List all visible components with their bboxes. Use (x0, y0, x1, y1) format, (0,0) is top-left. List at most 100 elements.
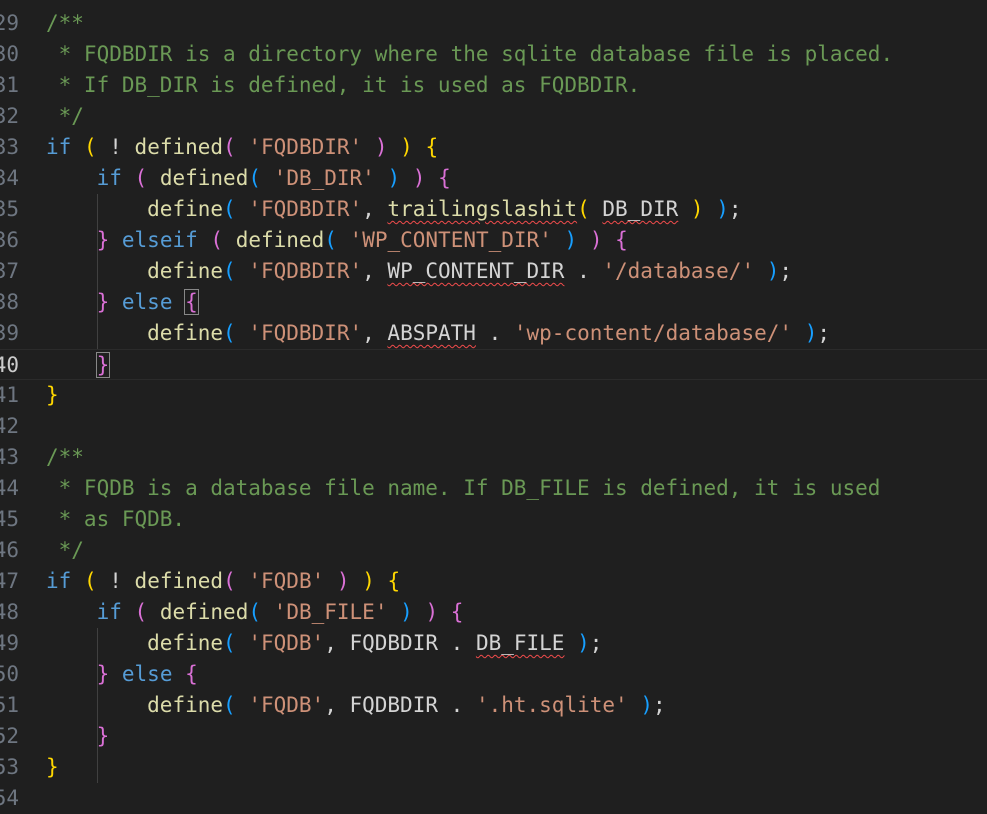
code-editor[interactable]: 29 /** 30 * FQDBDIR is a directory where t… (0, 0, 987, 810)
code-line[interactable]: 40 } (0, 349, 987, 380)
code-line[interactable]: 39 define( 'FQDBDIR', ABSPATH . 'wp-cont… (0, 318, 987, 349)
line-code: define( 'FQDBDIR', ABSPATH . 'wp-content… (46, 318, 830, 349)
code-line[interactable]: 35 define( 'FQDBDIR', trailingslashit( D… (0, 194, 987, 225)
bracket: ( (223, 693, 236, 717)
line-code: * as FQDB. (46, 504, 185, 535)
code-line[interactable]: 49 define( 'FQDB', FQDBDIR . DB_FILE ); (0, 628, 987, 659)
bracket: { (438, 166, 451, 190)
line-number: 53 (0, 755, 19, 779)
bracket: ( (577, 197, 590, 221)
line-number: 34 (0, 166, 19, 190)
line-code: define( 'FQDBDIR', WP_CONTENT_DIR . '/da… (46, 256, 792, 287)
line-code: */ (46, 101, 84, 132)
code-line[interactable]: 30 * FQDBDIR is a directory where the sq… (0, 39, 987, 70)
bracket: { (425, 135, 439, 159)
string-literal: 'FQDBDIR' (248, 321, 363, 345)
bracket: { (615, 228, 628, 252)
bracket: } (96, 662, 110, 686)
function-name: define (147, 321, 224, 345)
bracket: { (387, 569, 401, 593)
code-text: ; (817, 321, 830, 345)
code-line[interactable]: 46 */ (0, 535, 987, 566)
comment-text: * FQDB is a database file name. If DB_FI… (46, 476, 881, 500)
code-line[interactable]: 54 (0, 783, 987, 814)
function-name: define (147, 259, 224, 283)
line-number: 41 (0, 383, 19, 407)
bracket: ( (223, 259, 236, 283)
string-literal: 'FQDBDIR' (248, 259, 363, 283)
keyword: if (46, 569, 72, 593)
bracket: ) (400, 135, 413, 159)
code-line[interactable]: 45 * as FQDB. (0, 504, 987, 535)
line-number: 45 (0, 507, 19, 531)
code-line[interactable]: 31 * If DB_DIR is defined, it is used as… (0, 70, 987, 101)
code-line[interactable]: 48 if ( defined( 'DB_FILE' ) ) { (0, 597, 987, 628)
code-line[interactable]: 37 define( 'FQDBDIR', WP_CONTENT_DIR . '… (0, 256, 987, 287)
line-code: if ( defined( 'DB_FILE' ) ) { (46, 597, 464, 628)
line-code: if ( defined( 'DB_DIR' ) ) { (46, 163, 451, 194)
code-line[interactable]: 34 if ( defined( 'DB_DIR' ) ) { (0, 163, 987, 194)
bracket: ) (362, 569, 375, 593)
bracket: } (96, 228, 110, 252)
bracket: { (450, 600, 464, 624)
keyword: elseif (121, 228, 198, 252)
code-text: ! (96, 135, 135, 159)
string-literal: 'FQDB' (248, 693, 325, 717)
bracket-matched: { (184, 289, 199, 315)
code-line[interactable]: 42 (0, 411, 987, 442)
code-line[interactable]: 53} (0, 752, 987, 783)
line-code: if ( ! defined( 'FQDB' ) ) { (46, 566, 400, 597)
code-line[interactable]: 44 * FQDB is a database file name. If DB… (0, 473, 987, 504)
bracket: ( (134, 166, 148, 190)
line-number: 46 (0, 538, 19, 562)
code-line[interactable]: 41} (0, 380, 987, 411)
code-line[interactable]: 50 } else { (0, 659, 987, 690)
code-line[interactable]: 43 /** (0, 442, 987, 473)
bracket: ) (640, 693, 653, 717)
line-number: 38 (0, 290, 19, 314)
bracket: } (46, 383, 59, 407)
line-code: * FQDB is a database file name. If DB_FI… (46, 473, 881, 504)
line-code: * If DB_DIR is defined, it is used as FQ… (46, 70, 641, 101)
code-line[interactable]: 47 if ( ! defined( 'FQDB' ) ) { (0, 566, 987, 597)
line-code: define( 'FQDB', FQDBDIR . '.ht.sqlite' )… (46, 690, 665, 721)
comment-text: * FQDBDIR is a directory where the sqlit… (46, 42, 894, 66)
code-line[interactable]: 32 */ (0, 101, 987, 132)
line-code: */ (46, 535, 84, 566)
constant: FQDBDIR (349, 631, 438, 655)
line-code: define( 'FQDB', FQDBDIR . DB_FILE ); (46, 628, 602, 659)
line-number: 33 (0, 135, 19, 159)
code-text: . (438, 693, 476, 717)
bracket: ( (83, 135, 97, 159)
code-text: , (362, 259, 388, 283)
string-literal: 'DB_DIR' (273, 166, 375, 190)
bracket: ) (804, 321, 818, 345)
code-line[interactable]: 38 } else { (0, 287, 987, 318)
code-line[interactable]: 33 if ( ! defined( 'FQDBDIR' ) ) { (0, 132, 987, 163)
code-line[interactable]: 52 } (0, 721, 987, 752)
bracket: ( (223, 569, 236, 593)
function-name: define (147, 631, 224, 655)
code-line[interactable]: 36 } elseif ( defined( 'WP_CONTENT_DIR' … (0, 225, 987, 256)
line-code: * FQDBDIR is a directory where the sqlit… (46, 39, 893, 70)
code-line[interactable]: 51 define( 'FQDB', FQDBDIR . '.ht.sqlite… (0, 690, 987, 721)
line-code: } (46, 752, 59, 783)
code-line[interactable]: 29 /** (0, 8, 987, 39)
function-name: defined (235, 228, 325, 252)
